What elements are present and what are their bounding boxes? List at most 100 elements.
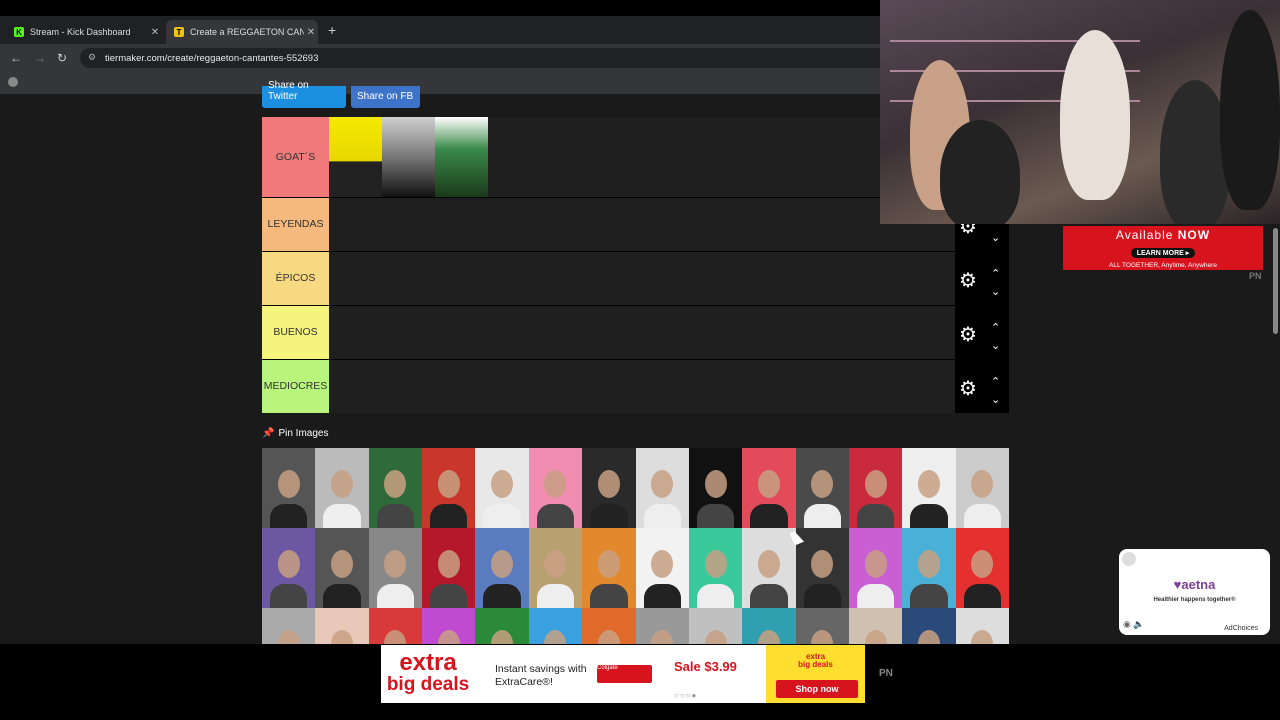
body-shape — [536, 584, 575, 608]
tier-controls: ⚙ ⌃⌄ — [955, 252, 1009, 305]
gear-icon[interactable]: ⚙ — [959, 376, 977, 401]
body-shape — [856, 584, 895, 608]
tier-image[interactable] — [382, 117, 435, 197]
pool-image[interactable] — [475, 448, 529, 528]
site-info-icon[interactable]: ⚙ — [88, 52, 96, 63]
pool-image[interactable] — [422, 448, 476, 528]
gear-icon[interactable]: ⚙ — [959, 268, 977, 293]
pool-image[interactable] — [635, 528, 689, 608]
pool-image[interactable] — [848, 448, 903, 528]
body-shape — [750, 504, 788, 528]
chevron-down-icon[interactable]: ⌄ — [991, 232, 1000, 244]
pool-image[interactable] — [902, 528, 956, 608]
pool-image[interactable] — [582, 448, 636, 528]
reorder-arrows: ⌃⌄ — [991, 265, 1000, 301]
pool-image[interactable] — [582, 528, 636, 608]
back-icon[interactable]: ← — [10, 51, 22, 65]
face-shape — [331, 550, 354, 579]
ad-tag: PN — [1249, 271, 1262, 281]
pool-image[interactable] — [795, 448, 849, 528]
extra-logo-line2: big deals — [386, 674, 470, 695]
pool-image[interactable] — [315, 448, 369, 528]
chevron-up-icon[interactable]: ⌃ — [991, 376, 1000, 388]
pool-image[interactable] — [475, 528, 529, 608]
tier-label[interactable]: BUENOS — [262, 306, 329, 359]
pool-image[interactable] — [742, 528, 796, 608]
carousel-dots[interactable]: ○○○● — [674, 691, 697, 700]
pool-image[interactable] — [528, 448, 583, 528]
pool-image[interactable] — [742, 448, 796, 528]
person — [1060, 30, 1130, 200]
webcam-overlay — [880, 0, 1280, 224]
pin-images-toggle[interactable]: 📌 Pin Images — [262, 428, 328, 439]
share-fb-button[interactable]: Share on FB — [351, 86, 420, 108]
body-shape — [856, 504, 895, 528]
tab-tiermaker[interactable]: T Create a REGGAETON CANTAN ✕ — [166, 20, 318, 44]
pool-image[interactable] — [368, 528, 423, 608]
pool-image[interactable] — [688, 528, 743, 608]
face-shape — [757, 550, 780, 579]
tab-title: Stream - Kick Dashboard — [30, 27, 131, 37]
tab-kick-dashboard[interactable]: K Stream - Kick Dashboard ✕ — [6, 20, 162, 44]
tier-image[interactable] — [435, 117, 488, 197]
reload-icon[interactable]: ↻ — [57, 51, 67, 65]
forward-icon[interactable]: → — [34, 51, 46, 65]
chevron-up-icon[interactable]: ⌃ — [991, 322, 1000, 334]
person — [940, 120, 1020, 224]
new-tab-icon[interactable]: + — [328, 22, 336, 38]
pool-image[interactable] — [955, 448, 1010, 528]
ad-learn-more-button[interactable]: LEARN MORE ▸ — [1130, 248, 1196, 258]
extra-logo: extra big deals — [385, 651, 471, 695]
pool-image[interactable] — [902, 448, 956, 528]
ad-headline: Available NOW — [1063, 228, 1263, 242]
share-twitter-button[interactable]: Share on Twitter — [262, 80, 346, 108]
tier-label[interactable]: GOAT´S — [262, 117, 329, 197]
face-shape — [491, 550, 514, 579]
pool-image[interactable] — [688, 448, 743, 528]
browser-tab-bar: K Stream - Kick Dashboard ✕ T Create a R… — [0, 16, 880, 44]
tier-image[interactable] — [329, 117, 382, 197]
volume-icon[interactable]: ◉ 🔈 — [1123, 619, 1145, 630]
bookmark-icon[interactable] — [8, 77, 18, 87]
chevron-down-icon[interactable]: ⌄ — [991, 340, 1000, 352]
close-tab-icon[interactable]: ✕ — [148, 27, 162, 38]
body-shape — [696, 504, 735, 528]
bottom-advertisement[interactable]: extra big deals Instant savings with Ext… — [381, 645, 865, 703]
chevron-down-icon[interactable]: ⌄ — [991, 286, 1000, 298]
tier-label[interactable]: LEYENDAS — [262, 198, 329, 251]
body-shape — [963, 584, 1002, 608]
pool-image[interactable] — [955, 528, 1010, 608]
shop-now-button[interactable]: Shop now — [776, 680, 858, 698]
tier-row-epicos: ÉPICOS ⚙ ⌃ ⌄ — [262, 252, 1009, 306]
body-shape — [696, 584, 735, 608]
pool-image[interactable] — [635, 448, 689, 528]
close-tab-icon[interactable]: ✕ — [304, 27, 318, 38]
chevron-down-icon[interactable]: ⌄ — [991, 394, 1000, 406]
tier-label[interactable]: ÉPICOS — [262, 252, 329, 305]
face-shape — [491, 470, 514, 499]
pool-image[interactable] — [368, 448, 423, 528]
chevron-up-icon[interactable]: ⌃ — [991, 268, 1000, 280]
aetna-advertisement[interactable]: ♥aetna Healthier happens together® ◉ 🔈 A… — [1119, 549, 1270, 635]
pool-image[interactable] — [262, 448, 316, 528]
pool-image[interactable] — [848, 528, 903, 608]
side-advertisement[interactable]: Available NOW LEARN MORE ▸ ALL TOGETHER,… — [1063, 226, 1263, 270]
pool-image[interactable] — [422, 528, 476, 608]
face-shape — [277, 550, 300, 579]
body-shape — [643, 504, 681, 528]
tier-label[interactable]: MEDIOCRES — [262, 360, 329, 413]
face-shape — [544, 550, 567, 579]
close-ad-icon[interactable] — [1122, 552, 1136, 566]
reorder-arrows: ⌃⌄ — [991, 319, 1000, 355]
gear-icon[interactable]: ⚙ — [959, 322, 977, 347]
ad-cta-panel: extra big deals Shop now — [766, 645, 865, 703]
scrollbar-thumb[interactable] — [1273, 228, 1278, 334]
body-shape — [270, 584, 308, 608]
url-input[interactable]: ⚙ tiermaker.com/create/reggaeton-cantant… — [80, 48, 880, 68]
pool-image[interactable] — [315, 528, 369, 608]
adchoices-link[interactable]: AdChoices — [1224, 625, 1258, 632]
body-shape — [750, 584, 788, 608]
pool-image[interactable] — [262, 528, 316, 608]
body-shape — [590, 584, 628, 608]
pool-image[interactable] — [528, 528, 583, 608]
